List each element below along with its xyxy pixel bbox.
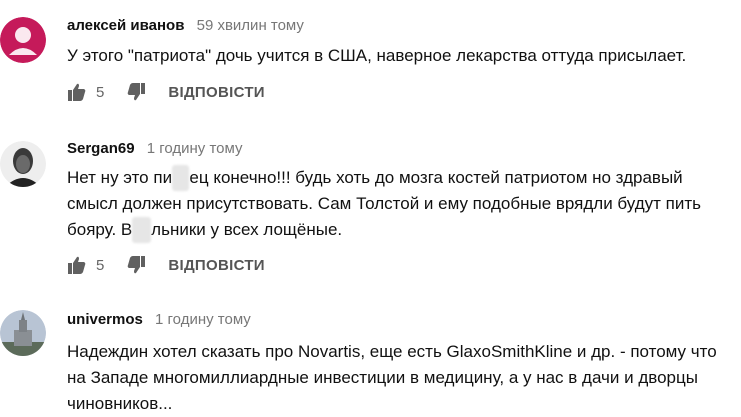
thumbs-up-icon[interactable]	[67, 82, 87, 102]
comment-time[interactable]: 1 годину тому	[155, 311, 251, 328]
comment-text-line: смысл должен присутствовать. Сам Толстой…	[67, 194, 701, 213]
comment-text: У этого "патриота" дочь учится в США, на…	[67, 46, 687, 65]
comment-text-line: бояру. Ворльники у всех лощёные.	[67, 217, 737, 243]
censored-word: зд	[172, 165, 190, 191]
censored-word: ор	[132, 217, 152, 243]
comment-header: univermos 1 годину тому	[67, 311, 251, 328]
avatar[interactable]	[0, 141, 46, 187]
reply-button[interactable]: ВІДПОВІСТИ	[168, 257, 265, 274]
comment-header: Sergan69 1 годину тому	[67, 140, 243, 157]
comment-actions: 5 ВІДПОВІСТИ	[67, 253, 265, 277]
user-avatar-icon	[0, 141, 46, 187]
thumbs-up-icon[interactable]	[67, 255, 87, 275]
thumbs-down-icon[interactable]	[126, 255, 146, 275]
comment-time[interactable]: 59 хвилин тому	[197, 17, 304, 34]
comment-time[interactable]: 1 годину тому	[147, 140, 243, 157]
building-avatar-icon	[0, 310, 46, 356]
comment-actions: 5 ВІДПОВІСТИ	[67, 80, 265, 104]
comment-text-line: Нет ну это пиздец конечно!!! будь хоть д…	[67, 165, 737, 191]
text-fragment: Нет ну это пи	[67, 168, 173, 187]
text-fragment: льники у всех лощёные.	[151, 220, 343, 239]
avatar[interactable]	[0, 17, 46, 63]
reply-button[interactable]: ВІДПОВІСТИ	[168, 84, 265, 101]
comment-text: Нет ну это пиздец конечно!!! будь хоть д…	[67, 165, 737, 243]
like-count: 5	[96, 83, 105, 101]
comment-header: алексей иванов 59 хвилин тому	[67, 17, 304, 34]
like-count: 5	[96, 256, 105, 274]
text-fragment: бояру. В	[67, 220, 133, 239]
author-name[interactable]: univermos	[67, 311, 143, 328]
avatar[interactable]	[0, 310, 46, 356]
user-avatar-icon	[0, 17, 46, 63]
author-name[interactable]: алексей иванов	[67, 17, 184, 34]
author-name[interactable]: Sergan69	[67, 140, 135, 157]
comment-text: Надеждин хотел сказать про Novartis, еще…	[67, 342, 717, 413]
thumbs-down-icon[interactable]	[126, 82, 146, 102]
text-fragment: ец конечно!!! будь хоть до мозга костей …	[189, 168, 683, 187]
